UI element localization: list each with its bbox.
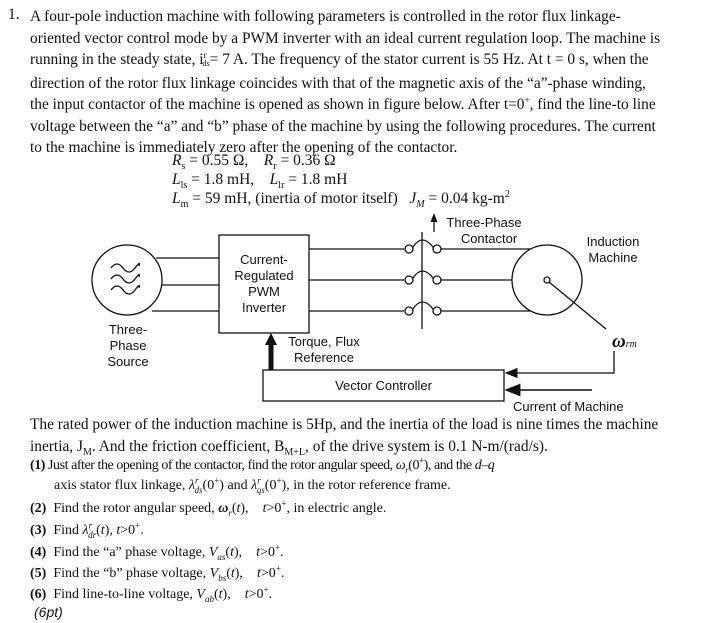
question-6: (6) Find line-to-line voltage, Vab(t), t… [30, 584, 273, 604]
controller-label: Vector Controller [335, 378, 432, 393]
question-3: (3) Find λrdr(t), t>0+. [30, 520, 144, 540]
contact-b [404, 270, 442, 285]
question-4: (4) Find the “a” phase voltage, Vas(t), … [30, 542, 284, 562]
question-2: (2) Find the rotor angular speed, ωr(t),… [30, 498, 387, 518]
speed-label: ωrm [612, 331, 637, 352]
three-phase-source-icon [91, 244, 163, 316]
current-label: Current of Machine [513, 399, 624, 414]
contact-c [404, 301, 442, 316]
speed-feedback-line [504, 351, 615, 379]
details-line-2: inertia, JM. And the friction coefficien… [30, 437, 548, 458]
shaft-line [548, 281, 607, 330]
sine-wave-1 [110, 262, 141, 273]
sine-wave-2 [110, 273, 141, 284]
inverter-label: Current- Regulated PWM Inverter [234, 252, 294, 315]
problem-details: The rated power of the induction machine… [30, 414, 710, 457]
contact-a [404, 239, 442, 254]
reference-arrowhead [265, 333, 277, 345]
question-1: (1) Just after the opening of the contac… [30, 455, 495, 475]
source-label: Three- Phase Source [107, 322, 149, 369]
question-1-continued: axis stator flux linkage, λrds(0+) and λ… [54, 475, 451, 495]
question-5: (5) Find the “b” phase voltage, Vbs(t), … [30, 563, 285, 583]
contactor-label: Three-Phase Contactor [446, 215, 522, 246]
reference-arrow-shaft [268, 343, 274, 370]
reference-label: Torque, Flux Reference [288, 334, 360, 365]
details-line-1: The rated power of the induction machine… [30, 416, 659, 433]
machine-label: Induction Machine [586, 234, 640, 265]
induction-machine-icon [511, 244, 583, 316]
contactor-arrowhead [430, 213, 438, 222]
points-label: (6pt) [34, 604, 63, 620]
sine-wave-3 [110, 284, 141, 295]
